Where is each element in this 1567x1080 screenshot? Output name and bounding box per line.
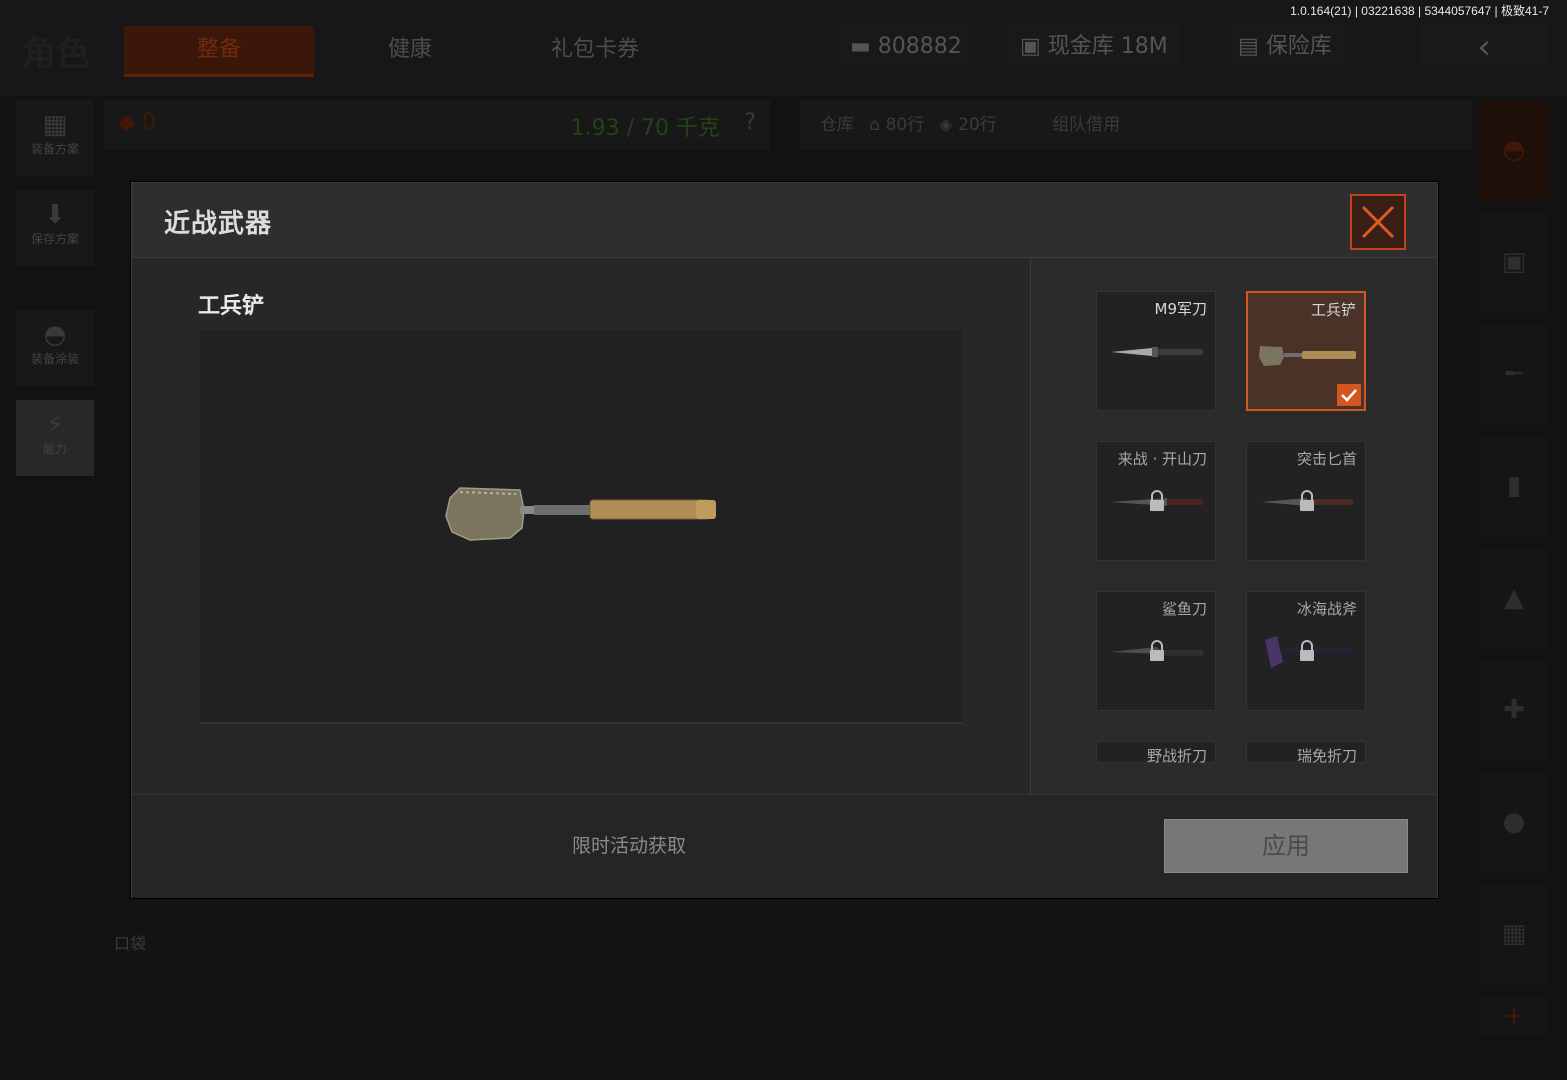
entrenching-shovel-image <box>445 487 716 541</box>
weapon-card-shark-knife[interactable]: 鲨鱼刀 <box>1096 591 1216 711</box>
dialog-footer: 限时活动获取 应用 <box>132 794 1437 898</box>
weapon-preview <box>200 330 962 724</box>
weapon-grid: M9军刀 工兵铲 来战 · 开山刀 突击匕首 鲨鱼刀 冰海战斧 野战折刀 瑞免折… <box>1031 258 1437 794</box>
weapon-card-name: 瑞免折刀 <box>1296 747 1357 765</box>
weapon-card-swiss-folding-knife[interactable]: 瑞免折刀 <box>1246 741 1366 765</box>
version-info: 1.0.164(21) | 03221638 | 5344057647 | 极致… <box>1290 4 1549 18</box>
dialog-header: 近战武器 <box>132 183 1437 258</box>
weapon-card-name: 来战 · 开山刀 <box>1117 450 1207 468</box>
knife-image <box>1111 347 1203 357</box>
weapon-card-ice-axe[interactable]: 冰海战斧 <box>1246 591 1366 711</box>
lock-icon <box>1150 640 1164 661</box>
obtain-method-text: 限时活动获取 <box>572 835 687 857</box>
weapon-preview-panel: 工兵铲 <box>132 258 1030 794</box>
weapon-card-name: 野战折刀 <box>1146 747 1207 765</box>
weapon-card-name: 冰海战斧 <box>1296 600 1357 618</box>
weapon-card-name: 突击匕首 <box>1296 450 1357 468</box>
selected-weapon-name: 工兵铲 <box>198 294 265 319</box>
dialog-title: 近战武器 <box>164 209 273 239</box>
lock-icon <box>1300 490 1314 511</box>
apply-button[interactable]: 应用 <box>1164 819 1408 873</box>
weapon-card-m9[interactable]: M9军刀 <box>1096 291 1216 411</box>
melee-weapon-dialog: 近战武器 工兵铲 M9军刀 工兵铲 来战 · 开山刀 突击匕首 鲨鱼刀 冰海战斧… <box>131 182 1438 898</box>
close-button[interactable] <box>1350 194 1406 250</box>
weapon-card-assault-dagger[interactable]: 突击匕首 <box>1246 441 1366 561</box>
close-icon <box>1361 205 1395 239</box>
weapon-card-shovel[interactable]: 工兵铲 <box>1246 291 1366 411</box>
weapon-card-name: M9军刀 <box>1154 300 1208 318</box>
weapon-card-field-folding-knife[interactable]: 野战折刀 <box>1096 741 1216 765</box>
lock-icon <box>1150 490 1164 511</box>
weapon-card-name: 工兵铲 <box>1310 301 1356 319</box>
lock-icon <box>1300 640 1314 661</box>
weapon-card-name: 鲨鱼刀 <box>1161 600 1207 618</box>
weapon-card-machete[interactable]: 来战 · 开山刀 <box>1096 441 1216 561</box>
shovel-image <box>1259 346 1356 366</box>
selected-check-icon <box>1337 384 1361 406</box>
